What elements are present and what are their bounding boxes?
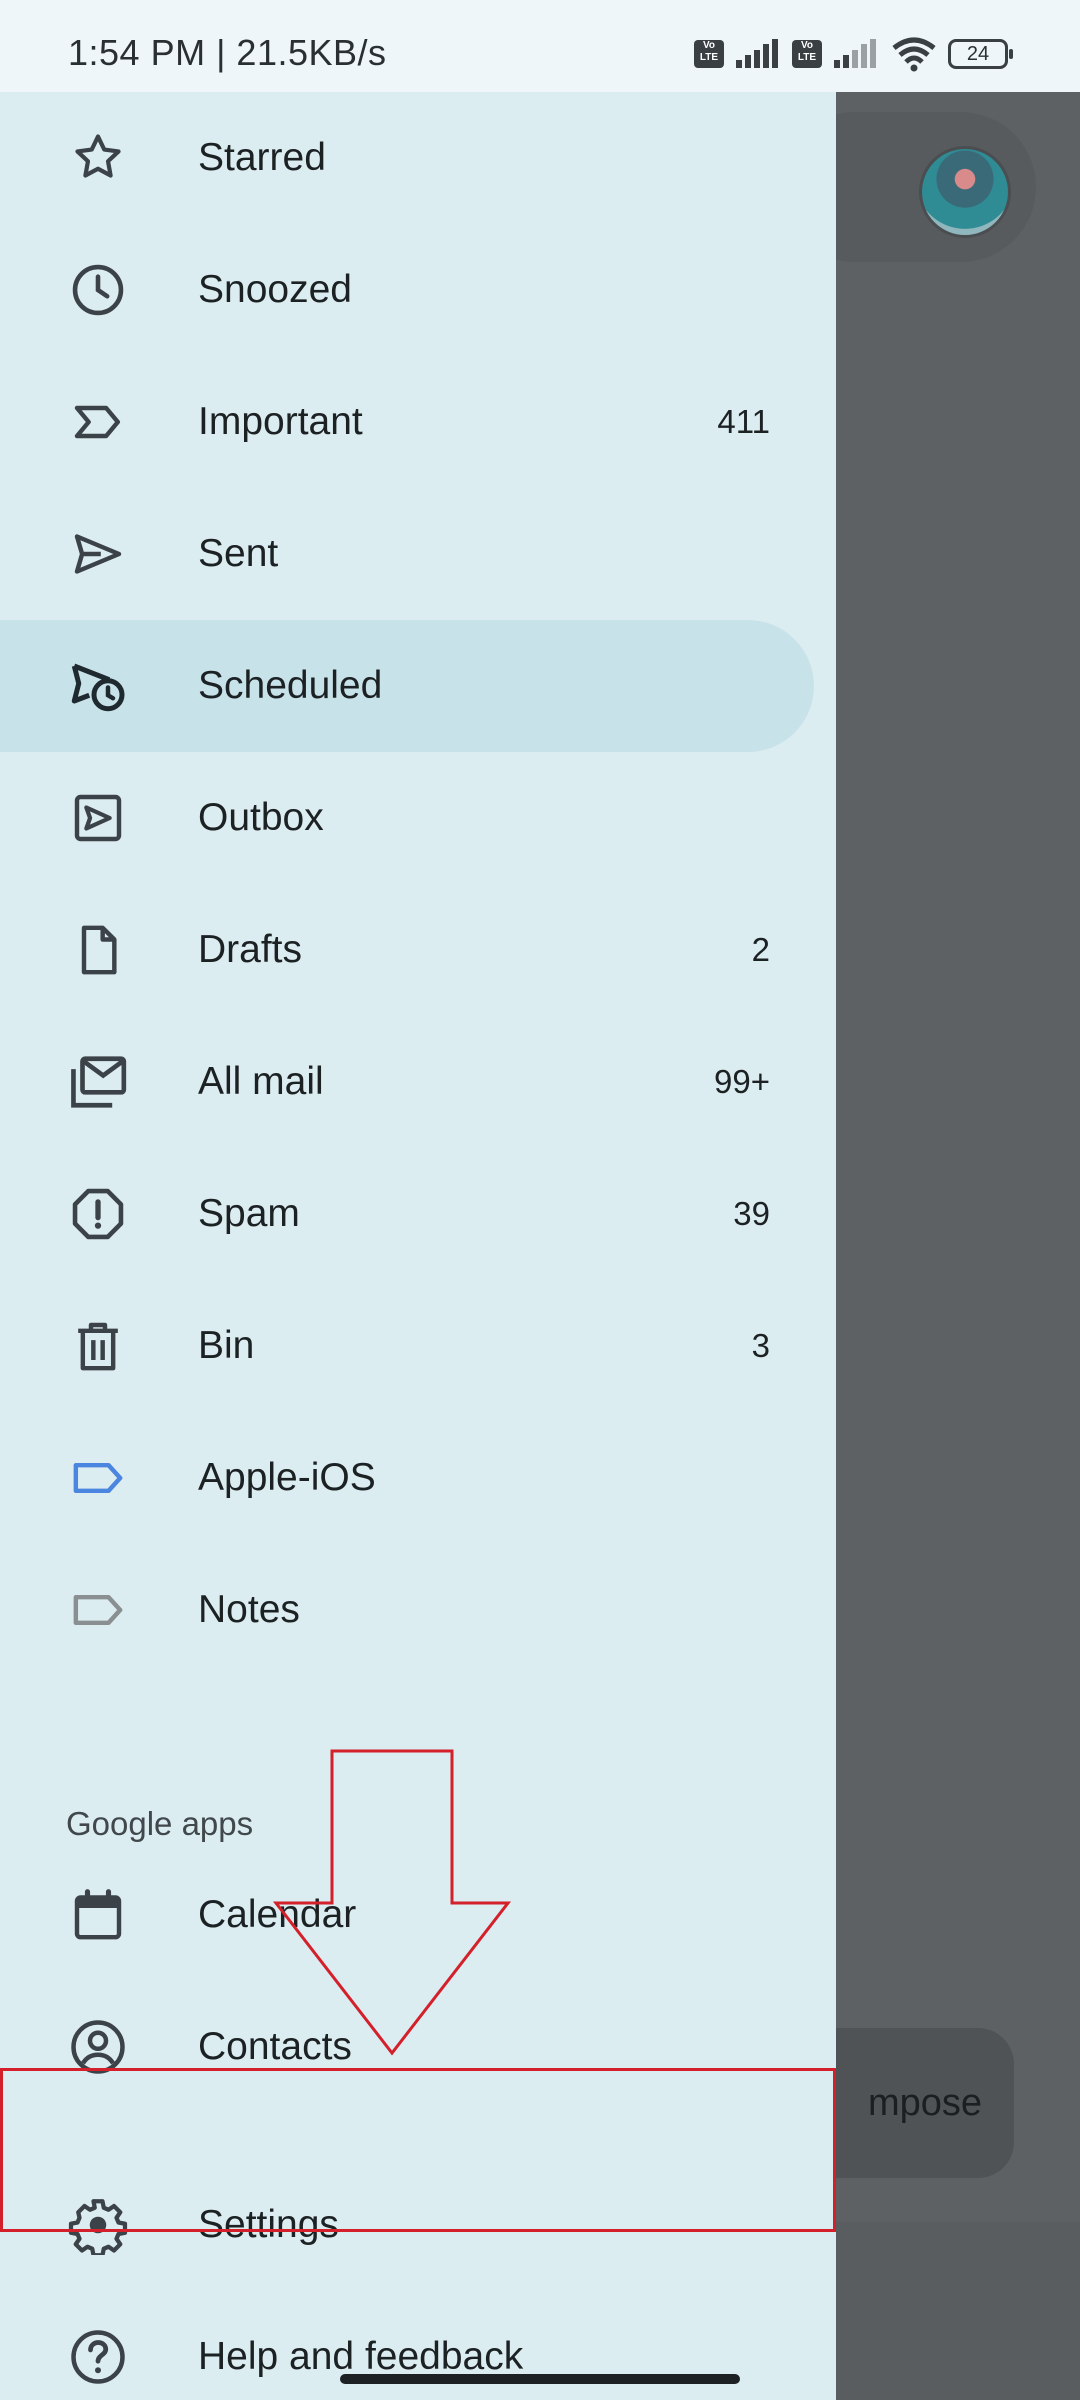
drawer-item-count: 39 [733, 1195, 770, 1232]
drawer-item-notes[interactable]: Notes [0, 1544, 814, 1676]
help-icon [64, 2323, 132, 2391]
drawer-item-label: Scheduled [198, 664, 383, 707]
signal-icon [736, 39, 778, 68]
status-bar: 1:54 PM | 21.5KB/s Vo LTE Vo LTE 24 [0, 0, 1080, 92]
drawer-item-count: 411 [717, 403, 770, 440]
drawer-item-scheduled[interactable]: Scheduled [0, 620, 814, 752]
drawer-item-label: Starred [198, 136, 326, 179]
drawer-item-label: Help and feedback [198, 2335, 524, 2378]
drawer-item-label: Spam [198, 1192, 300, 1235]
avatar [919, 146, 1011, 238]
outbox-icon [64, 784, 132, 852]
clock-icon [64, 256, 132, 324]
draft-icon [64, 916, 132, 984]
background-bottom-bar [836, 2222, 1080, 2400]
volte-icon-2: Vo LTE [792, 40, 822, 68]
wifi-icon [892, 37, 936, 72]
drawer-item-label: Important [198, 400, 363, 443]
drawer-item-starred[interactable]: Starred [0, 92, 814, 224]
signal-icon-2 [834, 39, 876, 68]
drawer-item-label: Snoozed [198, 268, 352, 311]
all-mail-icon [64, 1048, 132, 1116]
drawer-item-label: Notes [198, 1588, 300, 1631]
status-time: 1:54 PM | 21.5KB/s [68, 32, 387, 73]
drawer-item-count: 99+ [714, 1063, 770, 1100]
drawer-item-count: 2 [751, 931, 770, 968]
label-icon [64, 1576, 132, 1644]
label-icon [64, 1444, 132, 1512]
volte-icon: Vo LTE [694, 40, 724, 68]
drawer-item-drafts[interactable]: Drafts 2 [0, 884, 814, 1016]
drawer-item-spam[interactable]: Spam 39 [0, 1148, 814, 1280]
drawer-item-label: Outbox [198, 796, 324, 839]
calendar-icon [64, 1881, 132, 1949]
important-icon [64, 388, 132, 456]
drawer-item-snoozed[interactable]: Snoozed [0, 224, 814, 356]
highlight-box [0, 2068, 836, 2232]
home-indicator[interactable] [340, 2374, 740, 2384]
drawer-item-label: Drafts [198, 928, 303, 971]
drawer-item-important[interactable]: Important 411 [0, 356, 814, 488]
trash-icon [64, 1312, 132, 1380]
drawer-item-bin[interactable]: Bin 3 [0, 1280, 814, 1412]
down-arrow-annotation [272, 1749, 512, 2056]
send-icon [64, 520, 132, 588]
section-title-google-apps: Google apps [66, 1805, 254, 1842]
drawer-item-sent[interactable]: Sent [0, 488, 814, 620]
drawer-item-label: All mail [198, 1060, 324, 1103]
spam-icon [64, 1180, 132, 1248]
battery-icon: 24 [948, 39, 1013, 69]
drawer-item-apple-ios[interactable]: Apple-iOS [0, 1412, 814, 1544]
status-icons: Vo LTE Vo LTE 24 [694, 36, 1013, 72]
drawer-item-label: Apple-iOS [198, 1456, 376, 1499]
scheduled-send-icon [64, 652, 132, 720]
drawer-item-outbox[interactable]: Outbox [0, 752, 814, 884]
star-icon [64, 124, 132, 192]
drawer-item-label: Bin [198, 1324, 255, 1367]
drawer-item-label: Sent [198, 532, 279, 575]
drawer-item-count: 3 [751, 1327, 770, 1364]
drawer-item-all-mail[interactable]: All mail 99+ [0, 1016, 814, 1148]
